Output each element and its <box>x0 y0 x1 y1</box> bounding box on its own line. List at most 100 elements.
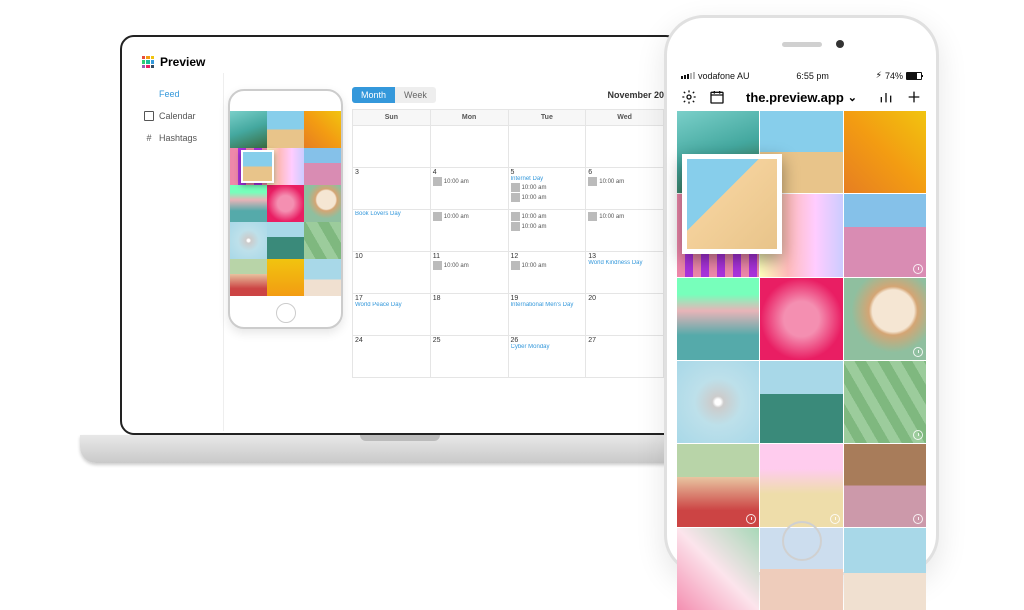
event-thumb-icon <box>588 177 597 186</box>
status-time: 6:55 pm <box>796 71 829 81</box>
calendar-icon <box>144 111 154 121</box>
sidebar-item-feed[interactable]: Feed <box>140 83 219 105</box>
calendar-day-header: Tue <box>508 110 586 126</box>
calendar-event-link[interactable]: Internet Day <box>511 176 584 182</box>
analytics-icon[interactable] <box>878 89 894 105</box>
day-number: 4 <box>433 169 506 176</box>
calendar-event[interactable]: 10:00 am <box>511 193 584 202</box>
day-number: 10 <box>355 253 428 260</box>
day-number: 19 <box>511 295 584 302</box>
calendar-cell[interactable]: 20 <box>586 294 664 336</box>
plus-icon[interactable] <box>906 89 922 105</box>
calendar-cell[interactable]: 18 <box>430 294 508 336</box>
mini-phone-preview <box>228 89 343 329</box>
calendar-event-link[interactable]: World Kindness Day <box>588 260 661 266</box>
calendar-event-link[interactable]: International Men's Day <box>511 302 584 308</box>
sidebar: Feed Calendar Hashtags <box>136 73 224 431</box>
calendar-cell[interactable] <box>430 126 508 168</box>
clock-icon <box>830 514 840 524</box>
calendar-day-header: Sun <box>353 110 431 126</box>
calendar-event-link[interactable]: World Peace Day <box>355 302 428 308</box>
day-number: 27 <box>588 337 661 344</box>
calendar-cell[interactable]: 10:00 am10:00 am <box>508 210 586 252</box>
sidebar-item-label: Calendar <box>159 111 196 121</box>
calendar-event[interactable]: 10:00 am <box>511 222 584 231</box>
calendar-month-label: November 20 <box>607 90 664 100</box>
feed-cell[interactable] <box>844 194 926 276</box>
battery-percent: 74% <box>885 71 903 81</box>
calendar-cell[interactable] <box>353 126 431 168</box>
view-week-button[interactable]: Week <box>395 87 436 103</box>
calendar-cell[interactable]: 19International Men's Day <box>508 294 586 336</box>
day-number: 13 <box>588 253 661 260</box>
calendar-cell[interactable]: 610:00 am <box>586 168 664 210</box>
calendar-event[interactable]: 10:00 am <box>433 177 506 186</box>
calendar-cell[interactable] <box>586 126 664 168</box>
feed-cell[interactable] <box>677 444 759 526</box>
carrier-label: vodafone AU <box>698 71 750 81</box>
view-month-button[interactable]: Month <box>352 87 395 103</box>
feed-cell[interactable] <box>844 361 926 443</box>
calendar-cell[interactable]: 1110:00 am <box>430 252 508 294</box>
calendar-cell[interactable]: 410:00 am <box>430 168 508 210</box>
feed-cell[interactable] <box>844 111 926 193</box>
day-number: 25 <box>433 337 506 344</box>
calendar-event[interactable]: 10:00 am <box>588 212 661 221</box>
feed-cell[interactable] <box>760 278 842 360</box>
calendar-cell[interactable]: 10:00 am <box>586 210 664 252</box>
feed-cell[interactable] <box>760 444 842 526</box>
feed-cell[interactable] <box>677 528 759 610</box>
calendar-event[interactable]: 10:00 am <box>511 183 584 192</box>
calendar-cell[interactable]: 24 <box>353 336 431 378</box>
calendar-cell[interactable]: 1210:00 am <box>508 252 586 294</box>
laptop-mock: Preview Feed Calendar Hashtags <box>120 35 680 475</box>
calendar-event[interactable]: 10:00 am <box>433 261 506 270</box>
clock-icon <box>746 514 756 524</box>
sidebar-item-hashtags[interactable]: Hashtags <box>140 127 219 149</box>
day-number: 5 <box>511 169 584 176</box>
dragged-photo[interactable] <box>682 154 782 254</box>
feed-cell[interactable] <box>844 278 926 360</box>
clock-icon <box>913 347 923 357</box>
calendar-cell[interactable]: 26Cyber Monday <box>508 336 586 378</box>
feed-cell[interactable] <box>677 278 759 360</box>
calendar-cell[interactable]: 27 <box>586 336 664 378</box>
calendar-icon[interactable] <box>709 89 725 105</box>
feed-cell[interactable] <box>760 361 842 443</box>
gear-icon[interactable] <box>681 89 697 105</box>
event-thumb-icon <box>511 222 520 231</box>
calendar-event[interactable]: 10:00 am <box>511 212 584 221</box>
day-number: 11 <box>433 253 506 260</box>
signal-icon <box>681 72 695 79</box>
calendar-event-link[interactable]: Book Lovers Day <box>355 211 428 217</box>
clock-icon <box>913 430 923 440</box>
calendar-event-link[interactable]: Cyber Monday <box>511 344 584 350</box>
calendar-cell[interactable]: 25 <box>430 336 508 378</box>
calendar-cell[interactable]: 5Internet Day10:00 am10:00 am <box>508 168 586 210</box>
calendar-day-header: Mon <box>430 110 508 126</box>
calendar-event[interactable]: 10:00 am <box>588 177 661 186</box>
calendar-cell[interactable]: Book Lovers Day <box>353 210 431 252</box>
calendar-cell[interactable]: 17World Peace Day <box>353 294 431 336</box>
event-thumb-icon <box>433 261 442 270</box>
feed-cell[interactable] <box>844 444 926 526</box>
preview-app-logo-icon <box>142 56 154 68</box>
chevron-down-icon: ⌄ <box>848 91 857 104</box>
feed-cell[interactable] <box>677 361 759 443</box>
sidebar-item-calendar[interactable]: Calendar <box>140 105 219 127</box>
calendar-cell[interactable]: 10 <box>353 252 431 294</box>
calendar-cell[interactable]: 3 <box>353 168 431 210</box>
calendar-cell[interactable]: 10:00 am <box>430 210 508 252</box>
calendar-cell[interactable]: 13World Kindness Day <box>586 252 664 294</box>
feed-cell[interactable] <box>844 528 926 610</box>
calendar-event[interactable]: 10:00 am <box>433 212 506 221</box>
event-thumb-icon <box>588 212 597 221</box>
sidebar-item-label: Hashtags <box>159 133 197 143</box>
calendar-table: SunMonTueWed 3410:00 am5Internet Day10:0… <box>352 109 664 378</box>
home-button[interactable] <box>782 521 822 561</box>
phone-mock: vodafone AU 6:55 pm ⚡︎ 74% the.preview.a… <box>664 15 939 575</box>
account-selector[interactable]: the.preview.app ⌄ <box>746 90 857 105</box>
grid-icon <box>144 89 154 99</box>
calendar-cell[interactable] <box>508 126 586 168</box>
calendar-event[interactable]: 10:00 am <box>511 261 584 270</box>
